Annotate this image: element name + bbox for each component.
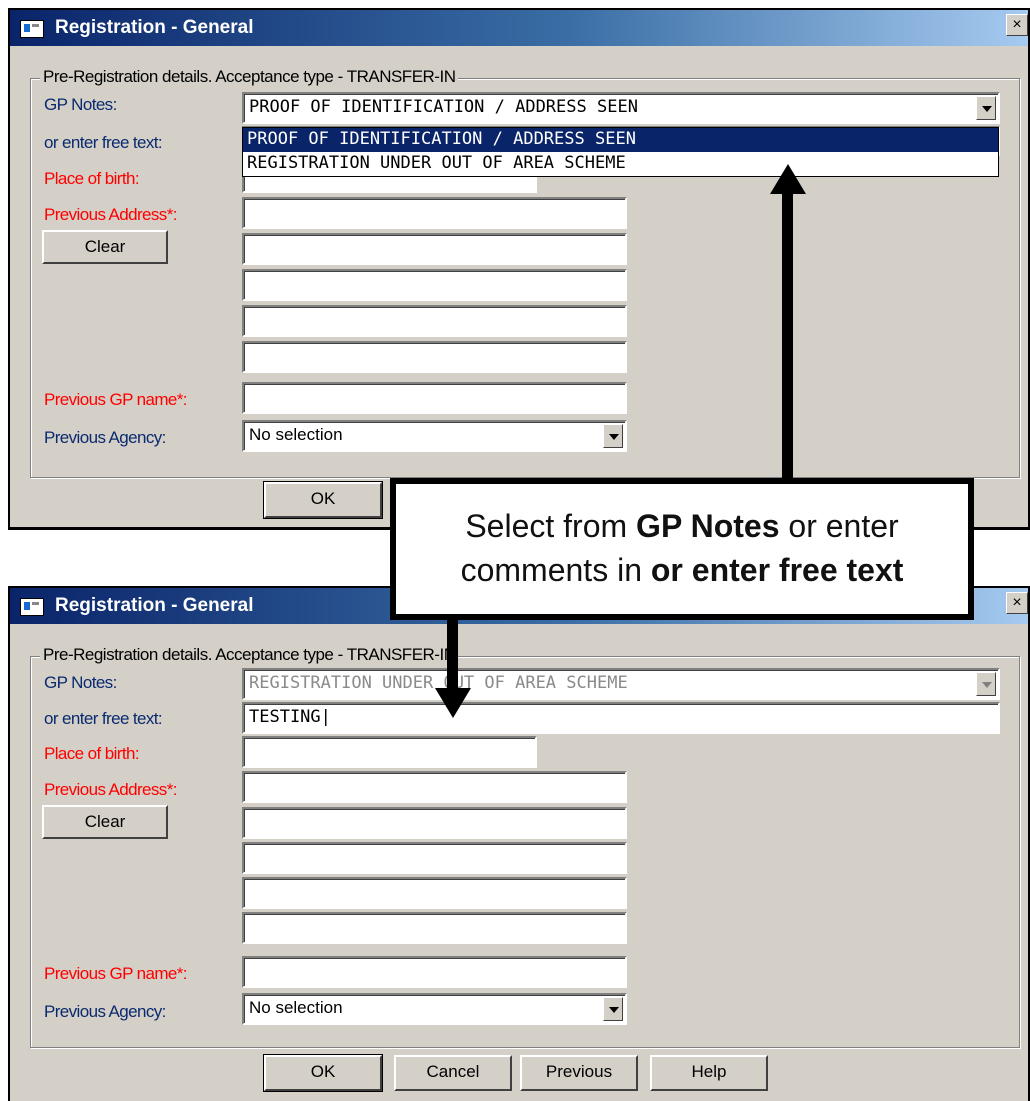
close-icon[interactable]: × — [1006, 14, 1028, 36]
window-title: Registration - General — [55, 17, 254, 38]
previous-agency-value: No selection — [249, 998, 343, 1017]
address-line-2[interactable] — [242, 807, 627, 839]
ok-button[interactable]: OK — [263, 1054, 383, 1092]
previous-address-label: Previous Address*: — [44, 205, 177, 224]
free-text-input[interactable]: TESTING| — [242, 702, 1000, 734]
clear-button[interactable]: Clear — [42, 230, 168, 264]
previous-gp-input[interactable] — [242, 956, 627, 988]
registration-window-bottom: Registration - General × Pre-Registratio… — [8, 586, 1030, 1101]
address-line-4[interactable] — [242, 877, 627, 909]
address-line-4[interactable] — [242, 305, 627, 337]
group-legend: Pre-Registration details. Acceptance typ… — [40, 67, 459, 87]
gp-notes-dropdown-list[interactable]: PROOF OF IDENTIFICATION / ADDRESS SEEN R… — [242, 127, 999, 177]
help-button[interactable]: Help — [650, 1055, 768, 1091]
gp-notes-label: GP Notes: — [44, 95, 117, 114]
gp-notes-label: GP Notes: — [44, 673, 117, 692]
previous-button[interactable]: Previous — [520, 1055, 638, 1091]
gp-notes-value: PROOF OF IDENTIFICATION / ADDRESS SEEN — [249, 97, 638, 117]
callout-line-2: comments in or enter free text — [396, 548, 968, 592]
address-line-3[interactable] — [242, 842, 627, 874]
close-icon[interactable]: × — [1006, 592, 1028, 614]
callout-text: or enter — [779, 508, 899, 544]
group-legend: Pre-Registration details. Acceptance typ… — [40, 645, 459, 665]
dropdown-option[interactable]: REGISTRATION UNDER OUT OF AREA SCHEME — [243, 152, 998, 176]
callout-text: comments in — [460, 552, 651, 588]
address-line-3[interactable] — [242, 269, 627, 301]
arrow-down-shaft — [447, 620, 458, 690]
window-title: Registration - General — [55, 595, 254, 616]
callout-text: Select from — [465, 508, 637, 544]
chevron-down-icon[interactable] — [603, 997, 623, 1021]
previous-address-label: Previous Address*: — [44, 780, 177, 799]
place-of-birth-label: Place of birth: — [44, 169, 140, 188]
previous-agency-select[interactable]: No selection — [242, 420, 627, 452]
previous-gp-label: Previous GP name*: — [44, 390, 188, 409]
gp-notes-combobox[interactable]: PROOF OF IDENTIFICATION / ADDRESS SEEN — [242, 92, 1000, 124]
title-bar[interactable]: Registration - General × — [10, 10, 1028, 46]
address-line-5[interactable] — [242, 341, 627, 373]
chevron-down-icon[interactable] — [976, 96, 996, 120]
app-icon — [20, 598, 44, 616]
instruction-callout: Select from GP Notes or enter comments i… — [390, 478, 974, 620]
registration-window-top: Registration - General × Pre-Registratio… — [8, 8, 1030, 530]
callout-line-1: Select from GP Notes or enter — [396, 504, 968, 548]
address-line-1[interactable] — [242, 197, 627, 229]
free-text-label: or enter free text: — [44, 709, 163, 728]
callout-bold-text: or enter free text — [650, 552, 904, 588]
callout-bold-text: GP Notes — [636, 508, 780, 544]
previous-agency-label: Previous Agency: — [44, 1002, 166, 1021]
previous-gp-label: Previous GP name*: — [44, 964, 188, 983]
arrow-up-shaft — [782, 192, 793, 482]
address-line-5[interactable] — [242, 912, 627, 944]
arrow-down-icon — [435, 688, 471, 718]
ok-button[interactable]: OK — [263, 481, 383, 519]
previous-gp-input[interactable] — [242, 382, 627, 414]
free-text-label: or enter free text: — [44, 133, 163, 152]
address-line-1[interactable] — [242, 771, 627, 803]
place-of-birth-label: Place of birth: — [44, 744, 140, 763]
arrow-up-icon — [770, 164, 806, 194]
dropdown-option[interactable]: PROOF OF IDENTIFICATION / ADDRESS SEEN — [243, 128, 998, 152]
place-of-birth-input[interactable] — [242, 736, 537, 768]
previous-agency-select[interactable]: No selection — [242, 993, 627, 1025]
previous-agency-label: Previous Agency: — [44, 428, 166, 447]
free-text-value: TESTING| — [249, 707, 331, 727]
previous-agency-value: No selection — [249, 425, 343, 444]
address-line-2[interactable] — [242, 233, 627, 265]
app-icon — [20, 20, 44, 38]
chevron-down-icon[interactable] — [976, 672, 996, 696]
cancel-button[interactable]: Cancel — [394, 1055, 512, 1091]
gp-notes-combobox[interactable]: REGISTRATION UNDER OUT OF AREA SCHEME — [242, 668, 1000, 700]
chevron-down-icon[interactable] — [603, 424, 623, 448]
clear-button[interactable]: Clear — [42, 805, 168, 839]
